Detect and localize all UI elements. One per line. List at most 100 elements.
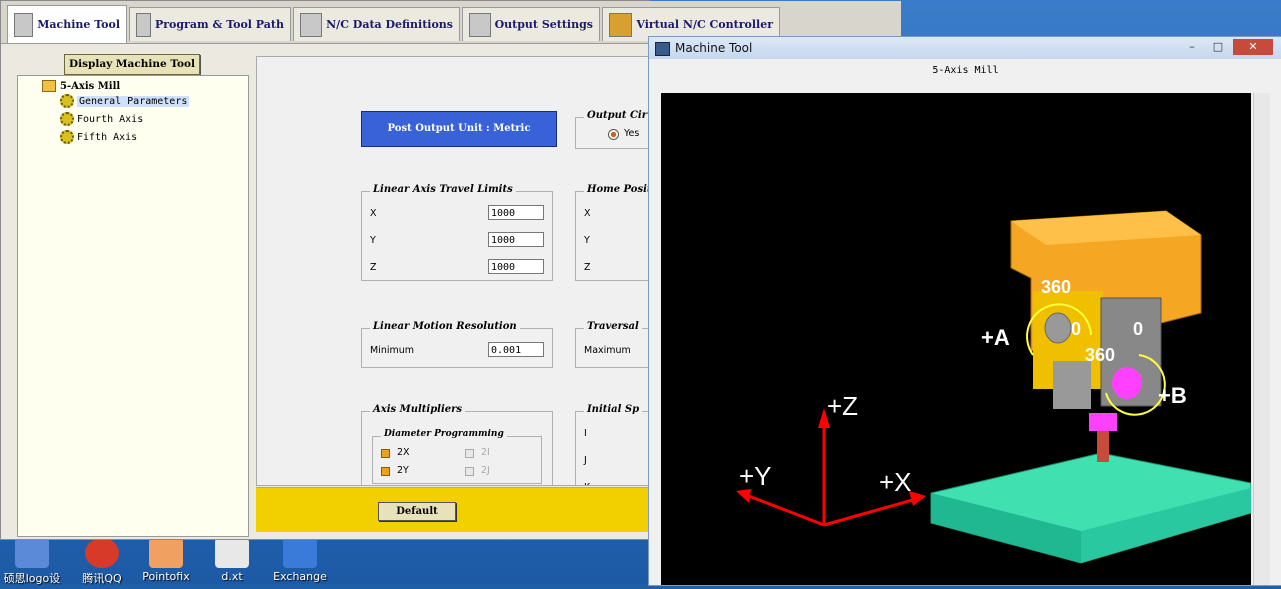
output-circ-yes-radio[interactable] <box>608 129 619 140</box>
footer-bar: Default <box>256 487 649 532</box>
diameter-programming-group: Diameter Programming 2X 2Y 2I 2J <box>372 429 542 484</box>
tab-program-tool-path[interactable]: Program & Tool Path <box>129 7 291 41</box>
z-axis-label: +Z <box>827 391 858 421</box>
initial-spindle-group: Initial Sp I J K <box>575 404 650 485</box>
tab-label: Machine Tool <box>37 18 120 31</box>
group-title: Axis Multipliers <box>370 404 466 415</box>
b-axis-label: +B <box>1158 383 1187 408</box>
radio-label: Yes <box>624 128 640 139</box>
pointofix-icon <box>149 538 183 568</box>
b-axis-disc <box>1112 367 1142 399</box>
desktop-icon-logo[interactable]: 硕思logo设 <box>0 538 64 585</box>
folder-icon <box>42 80 56 92</box>
title-bar[interactable]: Machine Tool – □ ✕ <box>649 37 1281 59</box>
x-axis-label: +X <box>879 467 912 497</box>
machine-name-header: 5-Axis Mill <box>932 65 999 76</box>
window-icon <box>655 42 670 56</box>
post-output-unit-button[interactable]: Post Output Unit : Metric <box>361 111 557 147</box>
display-machine-tool-button[interactable]: Display Machine Tool <box>64 54 200 75</box>
diameter-2i-checkbox[interactable] <box>465 449 474 458</box>
window-title: Machine Tool <box>675 41 753 55</box>
a-axis-disc <box>1044 312 1072 344</box>
tree-item-fifth-axis[interactable]: Fifth Axis <box>60 130 137 144</box>
desktop-icon-exchange[interactable]: Exchange <box>268 538 332 584</box>
desktop-icon-dxt[interactable]: d.xt <box>200 538 264 584</box>
y-limit-label: Y <box>370 235 376 246</box>
b-360-label: 360 <box>1085 345 1115 365</box>
tree-item-label: Fourth Axis <box>77 113 144 125</box>
group-title: Traversal <box>584 321 642 332</box>
machine-3d-viewport[interactable]: +A +B 360 0 0 360 +Z +Y +X <box>661 93 1252 585</box>
tab-label: N/C Data Definitions <box>326 18 453 31</box>
a-360-label: 360 <box>1041 277 1071 297</box>
minimum-resolution-input[interactable]: 0.001 <box>488 342 544 357</box>
checkbox-label: 2I <box>481 447 490 458</box>
tab-output-settings[interactable]: Output Settings <box>462 7 600 41</box>
z-limit-input[interactable]: 1000 <box>488 259 544 274</box>
general-parameters-panel: Post Output Unit : Metric Output Cir Yes… <box>256 56 651 486</box>
traversal-group: Traversal Maximum <box>575 321 650 368</box>
post-processor-window: Machine Tool Program & Tool Path N/C Dat… <box>0 0 901 540</box>
exchange-icon <box>283 538 317 568</box>
machine-tree: 5-Axis Mill General Parameters Fourth Ax… <box>17 75 249 537</box>
desktop-icon-label: Pointofix <box>142 570 190 583</box>
tree-root-label: 5-Axis Mill <box>60 80 121 92</box>
linear-axis-travel-limits-group: Linear Axis Travel Limits X 1000 Y 1000 … <box>361 184 553 281</box>
tool-path-icon <box>136 12 151 37</box>
spindle-body <box>1053 361 1091 409</box>
x-limit-input[interactable]: 1000 <box>488 205 544 220</box>
machine-tool-icon <box>14 12 34 37</box>
group-title: Diameter Programming <box>381 429 507 439</box>
controller-icon <box>609 12 633 37</box>
tree-item-label: Fifth Axis <box>77 131 138 143</box>
tree-item-fourth-axis[interactable]: Fourth Axis <box>60 112 143 126</box>
app-icon <box>15 538 49 568</box>
close-button[interactable]: ✕ <box>1233 39 1273 55</box>
y-limit-input[interactable]: 1000 <box>488 232 544 247</box>
machine-tool-window: Machine Tool – □ ✕ 5-Axis Mill +A +B 360… <box>648 36 1281 586</box>
desktop-icon-pointofix[interactable]: Pointofix <box>134 538 198 584</box>
vertical-scrollbar[interactable] <box>1253 93 1270 585</box>
b-0-label: 0 <box>1133 319 1143 339</box>
group-title: Output Cir <box>584 110 650 121</box>
y-axis-label: +Y <box>739 461 772 491</box>
tree-item-general-parameters[interactable]: General Parameters <box>60 94 190 108</box>
checkbox-label: 2X <box>397 447 410 458</box>
tab-label: Virtual N/C Controller <box>636 18 773 31</box>
machine-model-drawing: +A +B 360 0 0 360 +Z +Y +X <box>736 210 1252 564</box>
tab-label: Program & Tool Path <box>154 18 284 31</box>
initial-i-label: I <box>584 428 587 439</box>
group-title: Initial Sp <box>584 404 643 415</box>
tool-holder <box>1089 413 1117 431</box>
desktop-icon-label: d.xt <box>221 570 243 583</box>
cutting-tool <box>1097 428 1109 462</box>
home-x-label: X <box>584 208 591 219</box>
desktop-icon-qq[interactable]: 腾讯QQ <box>70 538 134 585</box>
gear-icon <box>60 94 74 108</box>
printer-icon <box>469 12 491 37</box>
diameter-2y-checkbox[interactable] <box>381 467 390 476</box>
maximize-button[interactable]: □ <box>1205 39 1231 55</box>
tab-machine-tool[interactable]: Machine Tool <box>7 5 127 43</box>
minimize-button[interactable]: – <box>1179 39 1205 55</box>
z-limit-label: Z <box>370 262 377 273</box>
linear-motion-resolution-group: Linear Motion Resolution Minimum 0.001 <box>361 321 553 368</box>
minimum-label: Minimum <box>370 345 415 356</box>
home-position-group: Home Positi X Y Z <box>575 184 650 281</box>
home-z-label: Z <box>584 262 591 273</box>
tree-root-5-axis-mill[interactable]: 5-Axis Mill <box>42 80 120 92</box>
x-axis-line <box>823 497 917 527</box>
tab-nc-data-definitions[interactable]: N/C Data Definitions <box>293 7 460 41</box>
x-axis-arrow <box>909 491 926 506</box>
tree-item-label: General Parameters <box>77 95 190 107</box>
diameter-2j-checkbox[interactable] <box>465 467 474 476</box>
data-definitions-icon <box>300 12 323 37</box>
default-button[interactable]: Default <box>378 502 456 521</box>
axis-multipliers-group: Axis Multipliers Diameter Programming 2X… <box>361 404 553 485</box>
group-title: Linear Motion Resolution <box>370 321 520 332</box>
file-icon <box>215 538 249 568</box>
diameter-2x-checkbox[interactable] <box>381 449 390 458</box>
home-y-label: Y <box>584 235 590 246</box>
qq-icon <box>85 538 119 568</box>
gear-icon <box>60 130 74 144</box>
